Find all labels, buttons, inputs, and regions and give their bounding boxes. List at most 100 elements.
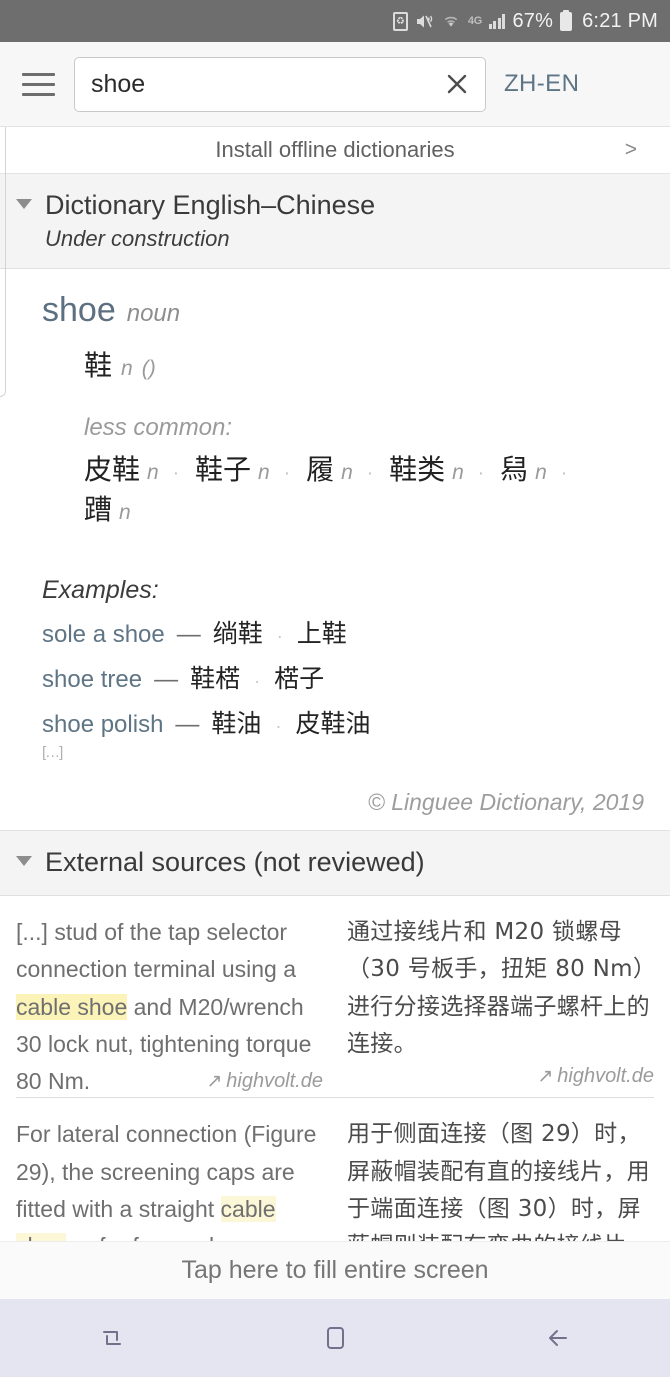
- examples-label: Examples:: [42, 575, 159, 604]
- example-english[interactable]: sole a shoe: [42, 621, 165, 649]
- install-offline-dictionaries-label: Install offline dictionaries: [215, 137, 455, 162]
- caret-down-icon[interactable]: [16, 199, 32, 209]
- ext-text-highlight: cable shoe: [16, 993, 128, 1020]
- search-input[interactable]: [91, 69, 435, 99]
- battery-percent-label: 67%: [512, 9, 554, 32]
- network-4g-icon: 4G: [467, 15, 482, 27]
- example-separator: ·: [275, 715, 282, 736]
- fill-screen-bar[interactable]: Tap here to fill entire screen: [0, 1241, 670, 1299]
- less-common-list: 皮鞋 n · 鞋子 n · 履 n · 鞋类 n · 舄 n · 蹧 n: [84, 448, 604, 528]
- headword[interactable]: shoe: [42, 291, 116, 330]
- external-source-chinese-text: 通过接线片和 M20 锁螺母（30 号板手，扭矩 80 Nm）进行分接选择器端子…: [347, 919, 650, 1057]
- fill-screen-label: Tap here to fill entire screen: [181, 1256, 489, 1284]
- example-row[interactable]: sole a shoe — 绱鞋 · 上鞋: [42, 614, 654, 650]
- less-common-term[interactable]: 履: [306, 448, 334, 488]
- less-common-pos: n: [147, 460, 159, 484]
- less-common-term[interactable]: 鞋类: [389, 448, 445, 488]
- system-navigation-bar: [0, 1299, 670, 1377]
- close-icon[interactable]: [435, 62, 479, 106]
- signal-icon: [488, 13, 506, 29]
- external-sources-title: External sources (not reviewed): [45, 846, 425, 877]
- less-common-separator: ·: [172, 462, 180, 484]
- example-dash: —: [154, 665, 179, 693]
- external-source-domain: highvolt.de: [226, 1070, 323, 1093]
- clock-label: 6:21 PM: [582, 9, 658, 32]
- example-dash: —: [176, 620, 201, 648]
- less-common-term[interactable]: 鞋子: [195, 448, 251, 488]
- external-source-domain: highvolt.de: [557, 1065, 654, 1088]
- dictionary-section-header[interactable]: Dictionary English–Chinese Under constru…: [0, 174, 670, 269]
- example-separator: ·: [276, 625, 283, 646]
- recents-icon[interactable]: [67, 1299, 157, 1377]
- less-common-pos: n: [258, 460, 270, 484]
- external-sources-titles: External sources (not reviewed): [45, 845, 425, 880]
- example-chinese-secondary[interactable]: 楛子: [274, 659, 324, 695]
- translations-block: 鞋 n () less common: 皮鞋 n · 鞋子 n · 履 n · 鞋类 n · 舄 n · 蹧 n: [42, 344, 654, 528]
- example-chinese-secondary[interactable]: 上鞋: [297, 614, 347, 650]
- examples-block: Examples: sole a shoe — 绱鞋 · 上鞋 shoe tree — 鞋楛 ·…: [0, 576, 670, 771]
- home-icon[interactable]: [290, 1299, 380, 1377]
- example-row[interactable]: shoe polish — 鞋油 · 皮鞋油: [42, 704, 654, 740]
- main-translation-text[interactable]: 鞋: [84, 344, 112, 384]
- ext-text-pre: [...] stud of the tap selector connectio…: [16, 919, 296, 983]
- example-chinese-primary[interactable]: 绱鞋: [213, 614, 263, 650]
- dictionary-entry: shoe noun 鞋 n () less common: 皮鞋 n · 鞋子 n · 履 n…: [0, 269, 670, 536]
- less-common-term[interactable]: 舄: [500, 448, 528, 488]
- example-chinese-primary[interactable]: 鞋楛: [190, 659, 240, 695]
- content-area: Install offline dictionaries > Dictionar…: [0, 127, 670, 1241]
- external-source-english-column: [...] stud of the tap selector connectio…: [16, 914, 323, 1094]
- less-common-item[interactable]: 鞋类 n: [389, 448, 464, 488]
- less-common-separator: ·: [283, 462, 291, 484]
- external-source-chinese-column: 通过接线片和 M20 锁螺母（30 号板手，扭矩 80 Nm）进行分接选择器端子…: [347, 914, 654, 1093]
- battery-icon: [560, 11, 573, 31]
- external-link-icon: ↗: [537, 1066, 554, 1088]
- headword-line: shoe noun: [42, 291, 654, 330]
- external-link-icon: ↗: [206, 1071, 223, 1093]
- example-chinese-primary[interactable]: 鞋油: [211, 704, 261, 740]
- example-dash: —: [175, 710, 200, 738]
- hamburger-menu-icon[interactable]: [16, 62, 60, 106]
- part-of-speech-label: noun: [126, 299, 181, 327]
- example-english[interactable]: shoe polish: [42, 711, 163, 739]
- external-sources-header[interactable]: External sources (not reviewed): [0, 830, 670, 897]
- status-bar: ♻ 4G 67% 6:21 PM: [0, 0, 670, 42]
- less-common-item[interactable]: 舄n: [500, 448, 547, 488]
- less-common-term[interactable]: 蹧: [84, 488, 112, 528]
- examples-more-indicator[interactable]: […]: [42, 744, 654, 761]
- language-pair-button[interactable]: ZH-EN: [500, 70, 579, 98]
- external-source-link-cn[interactable]: ↗ highvolt.de: [347, 1065, 654, 1088]
- external-source-row: [...] stud of the tap selector connectio…: [16, 896, 654, 1097]
- mute-vibrate-icon: [415, 13, 434, 30]
- less-common-item[interactable]: 履n: [306, 448, 353, 488]
- main-translation-pos: n: [121, 356, 133, 380]
- phone-screen: ♻ 4G 67% 6:21 PM shoe ZH-EN Install offl…: [0, 0, 670, 1377]
- less-common-pos: n: [535, 460, 547, 484]
- caret-down-icon[interactable]: [16, 855, 32, 866]
- dictionary-section-title: Dictionary English–Chinese: [45, 190, 376, 220]
- dictionary-section-titles: Dictionary English–Chinese Under constru…: [45, 188, 375, 252]
- copyright-label: © Linguee Dictionary, 2019: [0, 771, 670, 831]
- wifi-icon: [441, 13, 461, 29]
- dictionary-section-subtitle: Under construction: [45, 225, 230, 251]
- example-row[interactable]: shoe tree — 鞋楛 · 楛子: [42, 659, 654, 695]
- main-translation-paren: (): [141, 356, 156, 380]
- less-common-pos: n: [452, 460, 464, 484]
- external-sources-list: [...] stud of the tap selector connectio…: [0, 896, 670, 1241]
- back-icon[interactable]: [513, 1299, 603, 1377]
- less-common-separator: ·: [477, 462, 485, 484]
- external-source-row: For lateral connection (Figure 29), the …: [16, 1097, 654, 1241]
- less-common-item[interactable]: 鞋子 n: [195, 448, 270, 488]
- status-icons: ♻ 4G 67% 6:21 PM: [392, 9, 658, 33]
- less-common-item[interactable]: 蹧n: [84, 488, 131, 528]
- less-common-separator: ·: [560, 462, 568, 484]
- search-field[interactable]: [74, 56, 486, 112]
- less-common-item[interactable]: 皮鞋 n: [84, 448, 159, 488]
- less-common-pos: n: [341, 460, 353, 484]
- less-common-term[interactable]: 皮鞋: [84, 448, 140, 488]
- main-translation[interactable]: 鞋 n (): [84, 344, 654, 384]
- install-offline-dictionaries-row[interactable]: Install offline dictionaries >: [0, 127, 670, 174]
- examples-rows: sole a shoe — 绱鞋 · 上鞋 shoe tree — 鞋楛 · 楛子 shoe pol…: [42, 614, 654, 740]
- example-english[interactable]: shoe tree: [42, 666, 142, 694]
- example-separator: ·: [254, 670, 261, 691]
- example-chinese-secondary[interactable]: 皮鞋油: [295, 704, 370, 740]
